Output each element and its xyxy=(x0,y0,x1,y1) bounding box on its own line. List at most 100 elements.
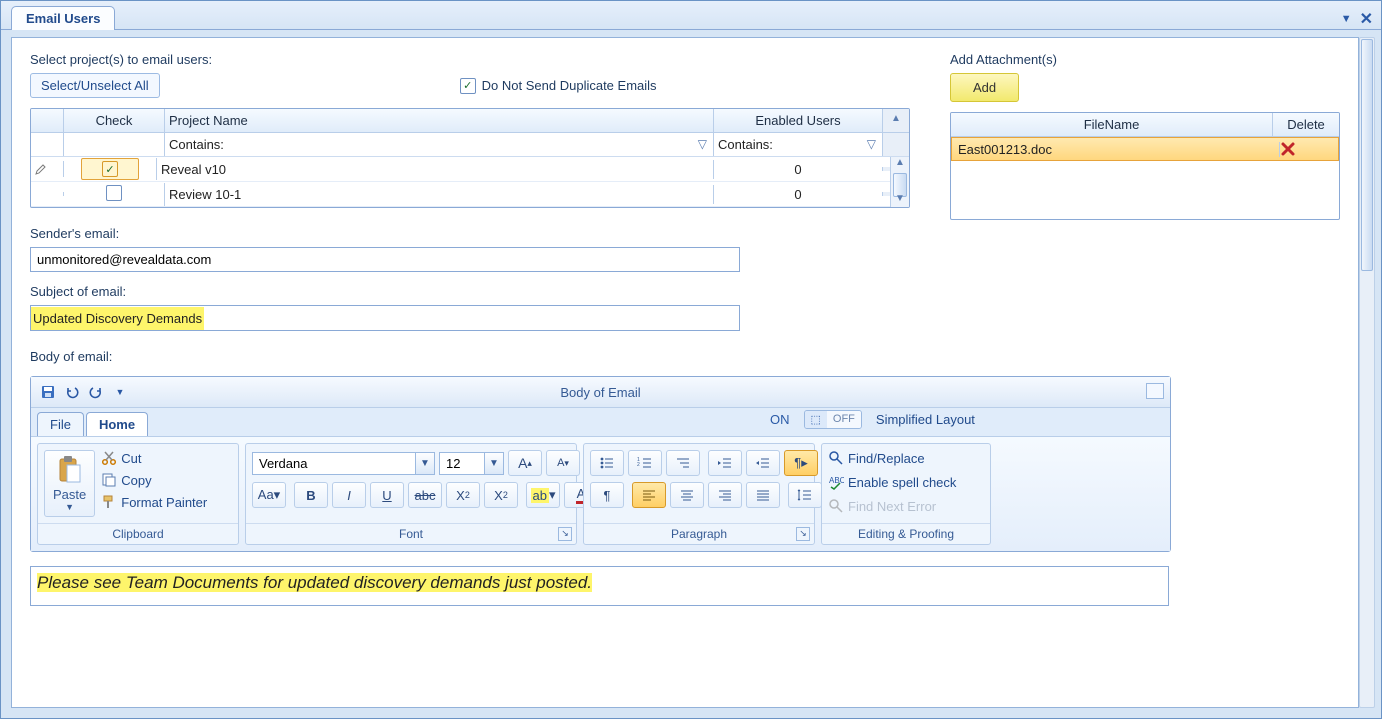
table-row[interactable]: Review 10-1 0 xyxy=(31,182,909,207)
bold-button[interactable]: B xyxy=(294,482,328,508)
table-row[interactable]: ✓ Reveal v10 0 xyxy=(31,157,909,182)
find-replace-button[interactable]: Find/Replace xyxy=(828,450,984,466)
increase-indent-button[interactable] xyxy=(746,450,780,476)
numbers-icon: 12 xyxy=(637,456,653,470)
subscript-button[interactable]: X2 xyxy=(446,482,480,508)
undo-icon[interactable] xyxy=(63,383,81,401)
paste-button[interactable]: Paste ▼ xyxy=(44,450,95,517)
col-project-name[interactable]: Project Name xyxy=(165,109,714,132)
cell-project-name: Review 10-1 xyxy=(165,185,714,204)
spell-check-button[interactable]: ABCEnable spell check xyxy=(828,474,984,490)
paragraph-dialog-launcher[interactable]: ↘ xyxy=(796,527,810,541)
align-justify-icon xyxy=(756,489,770,501)
col-filename[interactable]: FileName xyxy=(951,113,1273,136)
bulleted-list-button[interactable] xyxy=(590,450,624,476)
tab-email-users[interactable]: Email Users xyxy=(11,6,115,30)
delete-x-icon xyxy=(1280,141,1296,157)
align-left-icon xyxy=(642,489,656,501)
numbered-list-button[interactable]: 12 xyxy=(628,450,662,476)
panel-content: Select project(s) to email users: Select… xyxy=(11,37,1359,708)
qat-customize-icon[interactable]: ▼ xyxy=(111,383,129,401)
align-justify-button[interactable] xyxy=(746,482,780,508)
font-name-select[interactable]: ▼ xyxy=(252,452,435,475)
ribbon-tab-file[interactable]: File xyxy=(37,412,84,436)
email-users-window: Email Users ▼ ✕ Select project(s) to ema… xyxy=(0,0,1382,719)
align-center-icon xyxy=(680,489,694,501)
font-group-label: Font xyxy=(399,527,423,541)
strikethrough-button[interactable]: abc xyxy=(408,482,442,508)
cell-project-name: Reveal v10 xyxy=(157,160,714,179)
main-scrollbar[interactable] xyxy=(1359,37,1375,708)
subject-label: Subject of email: xyxy=(30,284,910,299)
projects-scrollbar[interactable]: ▲ ▼ xyxy=(890,157,909,207)
paragraph-group-label: Paragraph xyxy=(671,527,727,541)
filter-icon[interactable]: ▽ xyxy=(698,137,707,151)
grow-font-button[interactable]: A▴ xyxy=(508,450,542,476)
email-body-editor[interactable]: Please see Team Documents for updated di… xyxy=(30,566,1169,606)
align-right-icon xyxy=(718,489,732,501)
subject-input[interactable]: Updated Discovery Demands xyxy=(30,305,740,331)
format-painter-icon xyxy=(101,494,117,510)
copy-button[interactable]: Copy xyxy=(101,472,207,488)
line-spacing-button[interactable] xyxy=(788,482,822,508)
decrease-indent-button[interactable] xyxy=(708,450,742,476)
ribbon-minimize-icon[interactable] xyxy=(1146,383,1164,399)
rich-text-editor: ▼ Body of Email File Home ON ⬚OFF Simpli… xyxy=(30,376,1171,552)
minimize-arrow-icon[interactable]: ▼ xyxy=(1341,13,1352,25)
filter-icon[interactable]: ▽ xyxy=(867,137,876,151)
multilevel-icon xyxy=(675,456,691,470)
add-attachment-button[interactable]: Add xyxy=(950,73,1019,102)
find-icon xyxy=(828,450,844,466)
highlight-color-button[interactable]: ab▾ xyxy=(526,482,560,508)
align-right-button[interactable] xyxy=(708,482,742,508)
shrink-font-button[interactable]: A▾ xyxy=(546,450,580,476)
superscript-button[interactable]: X2 xyxy=(484,482,518,508)
indent-icon xyxy=(755,456,771,470)
paste-icon xyxy=(57,455,83,485)
email-body-text: Please see Team Documents for updated di… xyxy=(37,573,592,592)
checkbox-icon[interactable]: ✓ xyxy=(102,161,118,177)
ribbon-tab-home[interactable]: Home xyxy=(86,412,148,436)
format-painter-button[interactable]: Format Painter xyxy=(101,494,207,510)
chevron-down-icon[interactable]: ▼ xyxy=(416,452,435,475)
align-left-button[interactable] xyxy=(632,482,666,508)
multilevel-list-button[interactable] xyxy=(666,450,700,476)
col-enabled-users[interactable]: Enabled Users xyxy=(714,109,882,132)
attachment-row[interactable]: East001213.doc xyxy=(951,137,1339,161)
save-icon[interactable] xyxy=(39,383,57,401)
col-delete[interactable]: Delete xyxy=(1273,113,1339,136)
find-next-error-button[interactable]: Find Next Error xyxy=(828,498,984,514)
delete-attachment-button[interactable] xyxy=(1280,141,1338,157)
layout-toggle[interactable]: ⬚OFF xyxy=(804,410,862,429)
filter-enabled-users[interactable]: Contains:▽ xyxy=(714,133,882,156)
cell-enabled-users: 0 xyxy=(714,160,882,179)
sender-email-label: Sender's email: xyxy=(30,226,910,241)
checkbox-icon: ✓ xyxy=(460,78,476,94)
change-case-button[interactable]: Aa▾ xyxy=(252,482,286,508)
align-center-button[interactable] xyxy=(670,482,704,508)
sender-email-input[interactable] xyxy=(30,247,740,272)
font-size-select[interactable]: ▼ xyxy=(439,452,504,475)
redo-icon[interactable] xyxy=(87,383,105,401)
italic-button[interactable]: I xyxy=(332,482,366,508)
ltr-button[interactable]: ¶▸ xyxy=(784,450,818,476)
cut-button[interactable]: Cut xyxy=(101,450,207,466)
line-spacing-icon xyxy=(797,488,813,502)
show-symbols-button[interactable]: ¶ xyxy=(590,482,624,508)
close-icon[interactable]: ✕ xyxy=(1360,9,1373,29)
no-duplicate-checkbox[interactable]: ✓ Do Not Send Duplicate Emails xyxy=(460,78,657,94)
editor-title: Body of Email xyxy=(31,385,1170,400)
underline-button[interactable]: U xyxy=(370,482,404,508)
col-check[interactable]: Check xyxy=(64,109,165,132)
bullets-icon xyxy=(599,456,615,470)
next-error-icon xyxy=(828,498,844,514)
checkbox-icon[interactable] xyxy=(106,185,122,201)
font-dialog-launcher[interactable]: ↘ xyxy=(558,527,572,541)
filter-project-name[interactable]: Contains:▽ xyxy=(165,133,714,156)
chevron-down-icon[interactable]: ▼ xyxy=(485,452,504,475)
no-duplicate-label: Do Not Send Duplicate Emails xyxy=(482,78,657,93)
window-tabstrip: Email Users ▼ ✕ xyxy=(1,1,1381,30)
select-unselect-all-button[interactable]: Select/Unselect All xyxy=(30,73,160,98)
simplified-layout-link[interactable]: Simplified Layout xyxy=(876,412,975,427)
outdent-icon xyxy=(717,456,733,470)
